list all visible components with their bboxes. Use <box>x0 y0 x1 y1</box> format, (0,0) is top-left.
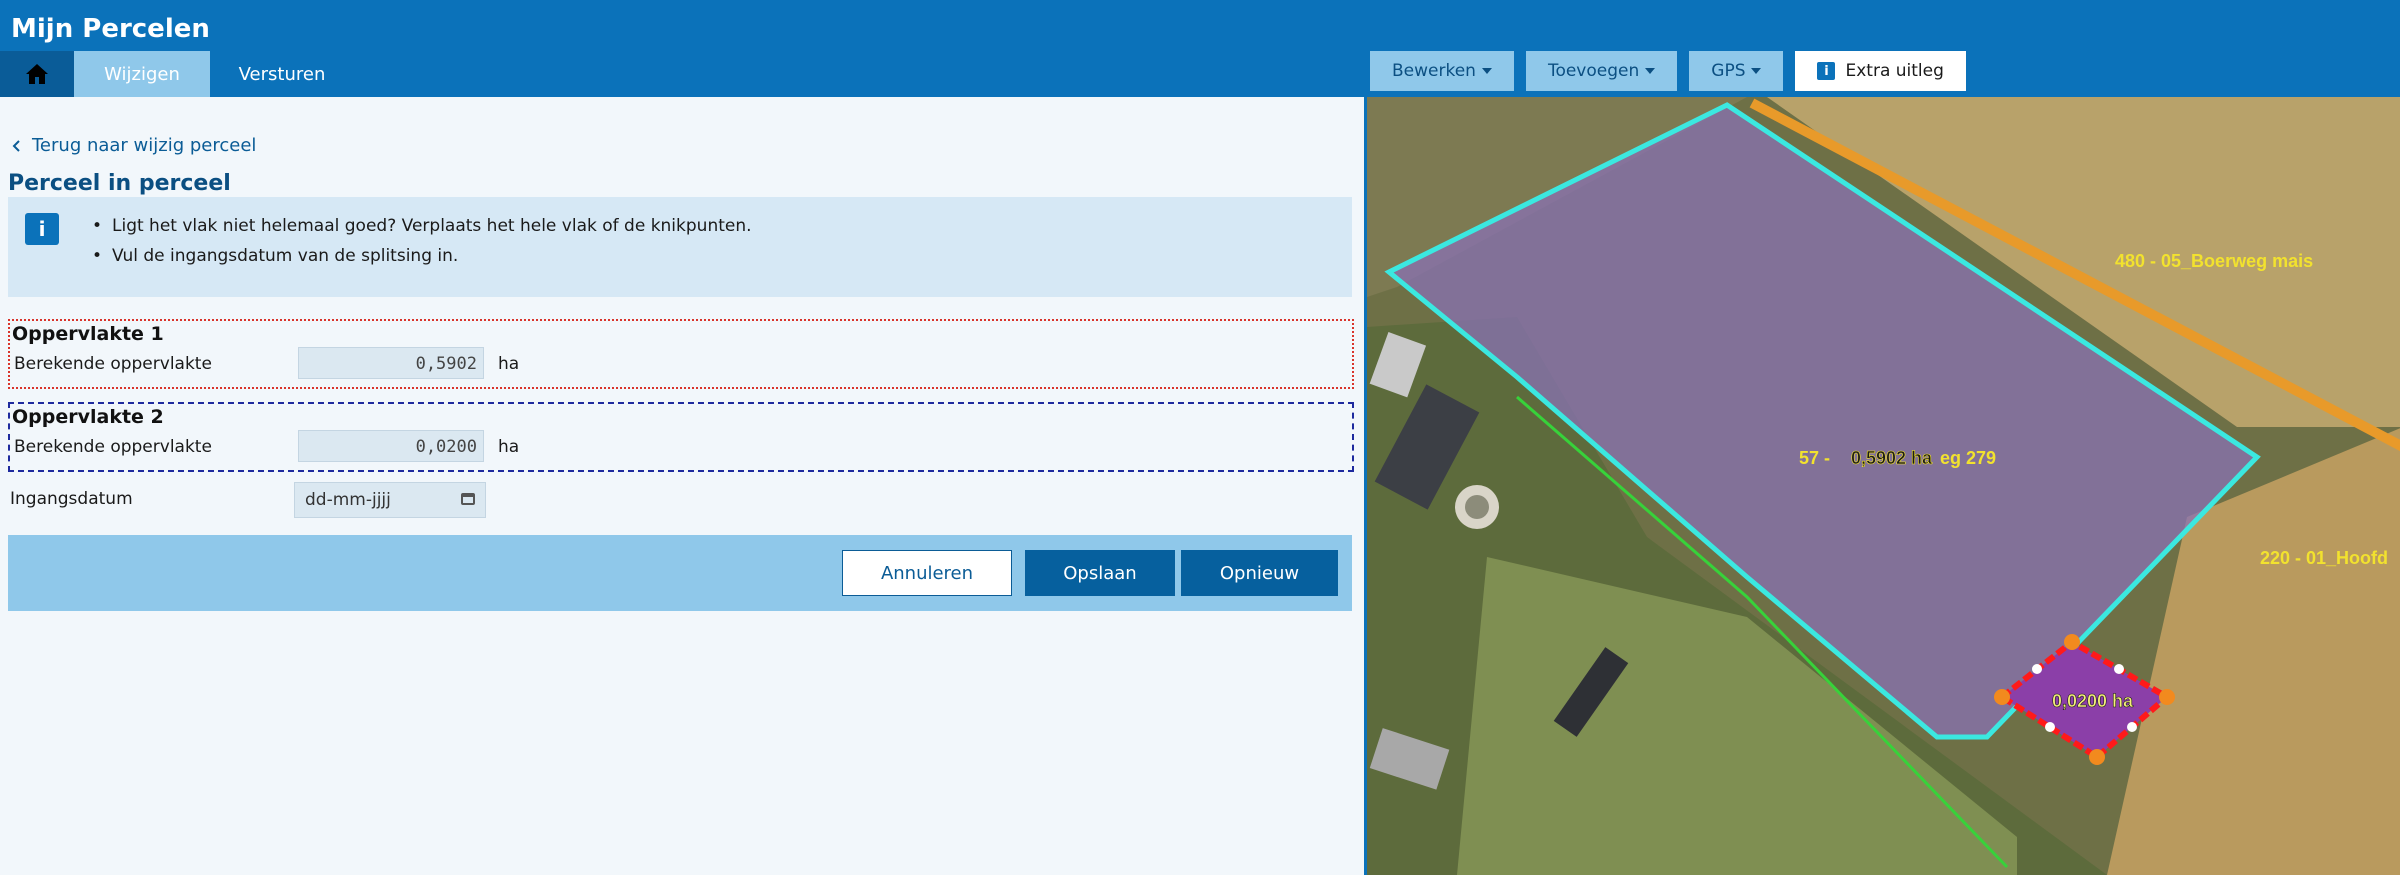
midpoint-handle[interactable] <box>2114 664 2124 674</box>
tab-versturen[interactable]: Versturen <box>210 51 354 97</box>
area-2-title: Oppervlakte 2 <box>12 406 164 428</box>
map-label-field-top-right: 480 - 05_Boerweg mais <box>2115 251 2313 271</box>
area-1-section: Oppervlakte 1 Berekende oppervlakte 0,59… <box>8 319 1354 389</box>
area-2-section: Oppervlakte 2 Berekende oppervlakte 0,02… <box>8 402 1354 472</box>
midpoint-handle[interactable] <box>2032 664 2042 674</box>
calendar-icon[interactable] <box>461 493 475 505</box>
main-tabs: Wijzigen Versturen <box>0 51 354 97</box>
map-label-field-main-suffix: eg 279 <box>1940 448 1996 468</box>
action-bar: Annuleren Opslaan Opnieuw <box>8 535 1352 611</box>
app-title: Mijn Percelen <box>11 14 210 44</box>
round-feature <box>1465 495 1489 519</box>
map-label-field-new-area: 0,0200 ha <box>2052 691 2134 711</box>
map-canvas[interactable]: 480 - 05_Boerweg mais 57 - 0,5902 ha eg … <box>1367 97 2400 875</box>
add-dropdown-label: Toevoegen <box>1547 61 1640 81</box>
start-date-input[interactable]: dd-mm-jjjj <box>294 482 486 518</box>
area-2-label: Berekende oppervlakte <box>14 437 212 457</box>
chevron-left-icon <box>12 139 20 152</box>
map-label-field-right: 220 - 01_Hoofd <box>2260 548 2388 568</box>
vertex-handle[interactable] <box>2159 689 2175 705</box>
vertex-handle[interactable] <box>1994 689 2010 705</box>
edit-panel: Terug naar wijzig perceel Perceel in per… <box>0 97 1364 875</box>
midpoint-handle[interactable] <box>2127 722 2137 732</box>
extra-help-button[interactable]: i Extra uitleg <box>1795 51 1966 91</box>
info-icon: i <box>25 213 59 245</box>
back-link-label: Terug naar wijzig perceel <box>32 135 257 156</box>
midpoint-handle[interactable] <box>2045 722 2055 732</box>
back-link[interactable]: Terug naar wijzig perceel <box>12 135 256 156</box>
info-list: Ligt het vlak niet helemaal goed? Verpla… <box>92 211 752 271</box>
page-title: Perceel in perceel <box>8 171 231 196</box>
map-label-field-main-id: 57 - <box>1799 448 1830 468</box>
edit-dropdown-button[interactable]: Bewerken <box>1370 51 1514 91</box>
area-1-title: Oppervlakte 1 <box>12 323 164 345</box>
area-1-unit: ha <box>498 354 520 374</box>
area-2-value: 0,0200 <box>298 430 484 462</box>
info-icon: i <box>1817 62 1836 80</box>
app-header: Mijn Percelen Wijzigen Versturen Bewerke… <box>0 0 2400 97</box>
caret-down-icon <box>1645 68 1656 74</box>
vertex-handle[interactable] <box>2089 749 2105 765</box>
start-date-label: Ingangsdatum <box>10 489 133 509</box>
reset-button[interactable]: Opnieuw <box>1181 550 1338 596</box>
tab-wijzigen[interactable]: Wijzigen <box>74 51 210 97</box>
caret-down-icon <box>1481 68 1492 74</box>
map-view[interactable]: 480 - 05_Boerweg mais 57 - 0,5902 ha eg … <box>1364 97 2400 875</box>
extra-help-label: Extra uitleg <box>1845 61 1944 81</box>
add-dropdown-button[interactable]: Toevoegen <box>1525 51 1678 91</box>
map-toolbar: Bewerken Toevoegen GPS i Extra uitleg <box>1370 51 1966 91</box>
info-box: i Ligt het vlak niet helemaal goed? Verp… <box>8 197 1352 297</box>
gps-dropdown-button[interactable]: GPS <box>1689 51 1784 91</box>
tab-home[interactable] <box>0 51 74 97</box>
vertex-handle[interactable] <box>2064 634 2080 650</box>
start-date-placeholder: dd-mm-jjjj <box>305 490 391 510</box>
area-1-label: Berekende oppervlakte <box>14 354 212 374</box>
edit-dropdown-label: Bewerken <box>1392 61 1476 81</box>
map-label-field-main-area: 0,5902 ha <box>1851 448 1933 468</box>
save-button[interactable]: Opslaan <box>1025 550 1175 596</box>
info-item: Ligt het vlak niet helemaal goed? Verpla… <box>92 211 752 241</box>
caret-down-icon <box>1751 68 1762 74</box>
cancel-button[interactable]: Annuleren <box>842 550 1012 596</box>
info-item: Vul de ingangsdatum van de splitsing in. <box>92 241 752 271</box>
gps-dropdown-label: GPS <box>1711 61 1746 81</box>
home-icon <box>26 64 48 84</box>
area-2-unit: ha <box>498 437 520 457</box>
area-1-value: 0,5902 <box>298 347 484 379</box>
